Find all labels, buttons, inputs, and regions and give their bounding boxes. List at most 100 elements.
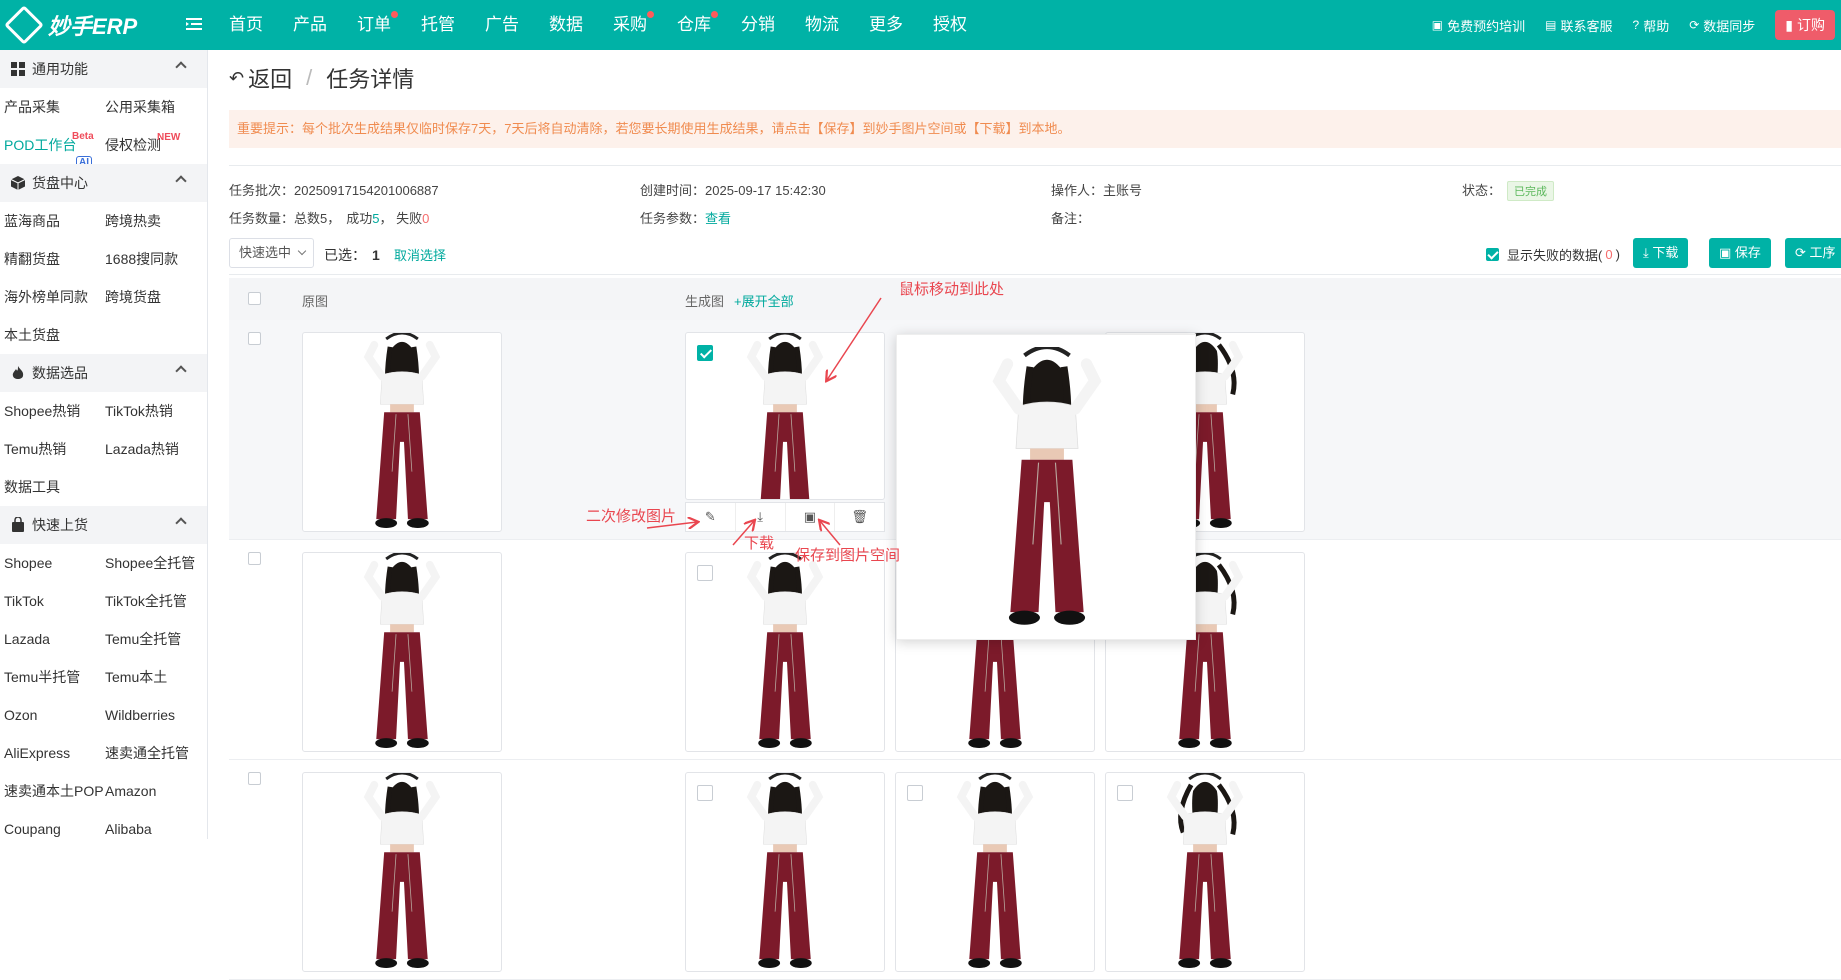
image-checkbox[interactable] [697,345,713,361]
row-checkbox[interactable] [248,332,261,345]
sidebar-link[interactable]: 本土货盘 [0,316,101,354]
sidebar-link[interactable]: Shopee [0,544,101,582]
sidebar-link-label: Temu全托管 [105,631,182,647]
download-button[interactable]: ⤓ 下载 [1633,238,1689,268]
training-link[interactable]: ▣ 免费预约培训 [1432,16,1525,35]
image-checkbox[interactable] [1117,785,1133,801]
sidebar-section-header[interactable]: 通用功能 [0,50,207,88]
grid-icon [10,61,26,77]
sidebar-link[interactable]: 跨境热卖 [101,202,207,240]
nav-item[interactable]: 采购 [598,0,662,50]
quick-select-dropdown[interactable]: 快速选中 [229,238,314,268]
nav-item[interactable]: 广告 [470,0,534,50]
support-link[interactable]: ▤ 联系客服 [1545,16,1612,35]
sidebar-link[interactable]: 公用采集箱 [101,88,207,126]
sidebar-link[interactable]: POD工作台 Beta AI [0,126,101,169]
original-image[interactable] [302,332,502,532]
back-arrow-icon[interactable]: ↶ [229,68,244,89]
sidebar-link[interactable]: 海外榜单同款 [0,278,101,316]
sidebar-link[interactable]: Lazada [0,620,101,658]
row-checkbox[interactable] [248,552,261,565]
col-generated: 生成图 [685,294,725,309]
sidebar-link[interactable]: Wildberries [101,696,207,734]
nav-item[interactable]: 更多 [854,0,918,50]
header-actions: ▣ 免费预约培训 ▤ 联系客服 ? 帮助 ⟳ 数据同步 ▮ 订购 [1432,0,1841,50]
sidebar-link[interactable]: TikTok [0,582,101,620]
save-image-button[interactable]: ▣ [786,503,836,531]
row-checkbox[interactable] [248,772,261,785]
sidebar-link[interactable]: TikTok热销 [101,392,207,430]
nav-item[interactable]: 首页 [214,0,278,50]
back-link[interactable]: 返回 [248,62,292,94]
sidebar-link[interactable]: 速卖通全托管 [101,734,207,772]
sidebar-link[interactable]: Temu热销 [0,430,101,468]
sidebar-link[interactable]: 1688搜同款 [101,240,207,278]
sidebar-link[interactable]: 精翻货盘 [0,240,101,278]
nav-item[interactable]: 数据 [534,0,598,50]
show-failed-checkbox[interactable] [1486,248,1499,261]
download-image-button[interactable]: ⤓ [736,503,786,531]
cancel-selection-link[interactable]: 取消选择 [394,245,446,264]
task-total: 总数5， [294,211,341,226]
show-failed-toggle[interactable]: 显示失败的数据(0) [1486,245,1620,264]
sidebar-link[interactable]: 侵权检测 NEW [101,126,207,164]
generated-image[interactable] [895,772,1095,972]
sidebar-link-label: Shopee [4,555,53,571]
nav-item[interactable]: 物流 [790,0,854,50]
generated-image[interactable] [1105,772,1305,972]
expand-all-link[interactable]: +展开全部 [734,291,794,310]
nav-item[interactable]: 托管 [406,0,470,50]
sidebar-link[interactable]: Coupang [0,810,101,839]
sidebar-link[interactable]: Shopee热销 [0,392,101,430]
sidebar-link[interactable]: Temu本土 [101,658,207,696]
sidebar-link[interactable]: Lazada热销 [101,430,207,468]
task-params-label: 任务参数： [640,211,706,226]
sidebar-section-header[interactable]: 快速上货 [0,506,207,544]
generated-image[interactable] [685,332,885,500]
image-checkbox[interactable] [907,785,923,801]
sidebar-section-header[interactable]: 数据选品 [0,354,207,392]
sidebar-link[interactable]: TikTok全托管 [101,582,207,620]
sidebar-section-header[interactable]: 货盘中心 [0,164,207,202]
original-image[interactable] [302,552,502,752]
sidebar-link[interactable]: Temu全托管 [101,620,207,658]
sidebar-link[interactable]: 产品采集 [0,88,101,126]
sidebar-link[interactable]: 速卖通本土POP [0,772,104,810]
logo[interactable]: 妙手ERP [0,5,160,45]
sidebar-link[interactable]: 数据工具 [0,468,101,506]
help-link[interactable]: ? 帮助 [1633,16,1670,35]
order-button[interactable]: ▮ 订购 [1775,10,1835,40]
sidebar-link[interactable]: Amazon [101,772,207,810]
image-checkbox[interactable] [697,565,713,581]
original-image[interactable] [302,772,502,972]
generated-image[interactable] [685,772,885,972]
nav-item[interactable]: 产品 [278,0,342,50]
sidebar-link[interactable]: Alibaba [101,810,207,839]
task-params-link[interactable]: 查看 [705,211,731,226]
select-all-checkbox[interactable] [248,292,261,305]
sidebar-link[interactable]: Temu半托管 [0,658,101,696]
sync-link[interactable]: ⟳ 数据同步 [1689,16,1755,35]
sidebar-link[interactable]: Ozon [0,696,101,734]
sidebar-link-label: Temu半托管 [4,669,81,685]
tools-button[interactable]: ⟳ 工序 [1785,238,1841,268]
save-button[interactable]: ▣ 保存 [1709,238,1771,268]
nav-item[interactable]: 仓库 [662,0,726,50]
generated-image[interactable] [685,552,885,752]
delete-image-button[interactable]: 🗑 [835,503,884,531]
nav-item-label: 产品 [293,15,327,34]
sidebar-link[interactable]: 跨境货盘 [101,278,207,316]
image-checkbox[interactable] [697,785,713,801]
nav-item[interactable]: 订单 [342,0,406,50]
edit-image-button[interactable]: ✎ [686,503,736,531]
annotation-save: 保存到图片空间 [795,547,901,564]
nav-item[interactable]: 授权 [918,0,982,50]
nav-item-label: 仓库 [677,15,711,34]
nav-item[interactable]: 分销 [726,0,790,50]
menu-fold-icon[interactable] [186,15,206,36]
sidebar-link[interactable]: 蓝海商品 [0,202,101,240]
task-count-label: 任务数量： [229,211,295,226]
sidebar-link[interactable]: AliExpress [0,734,101,772]
trash-icon: 🗑 [851,509,868,524]
sidebar-link[interactable]: Shopee全托管 [101,544,207,582]
